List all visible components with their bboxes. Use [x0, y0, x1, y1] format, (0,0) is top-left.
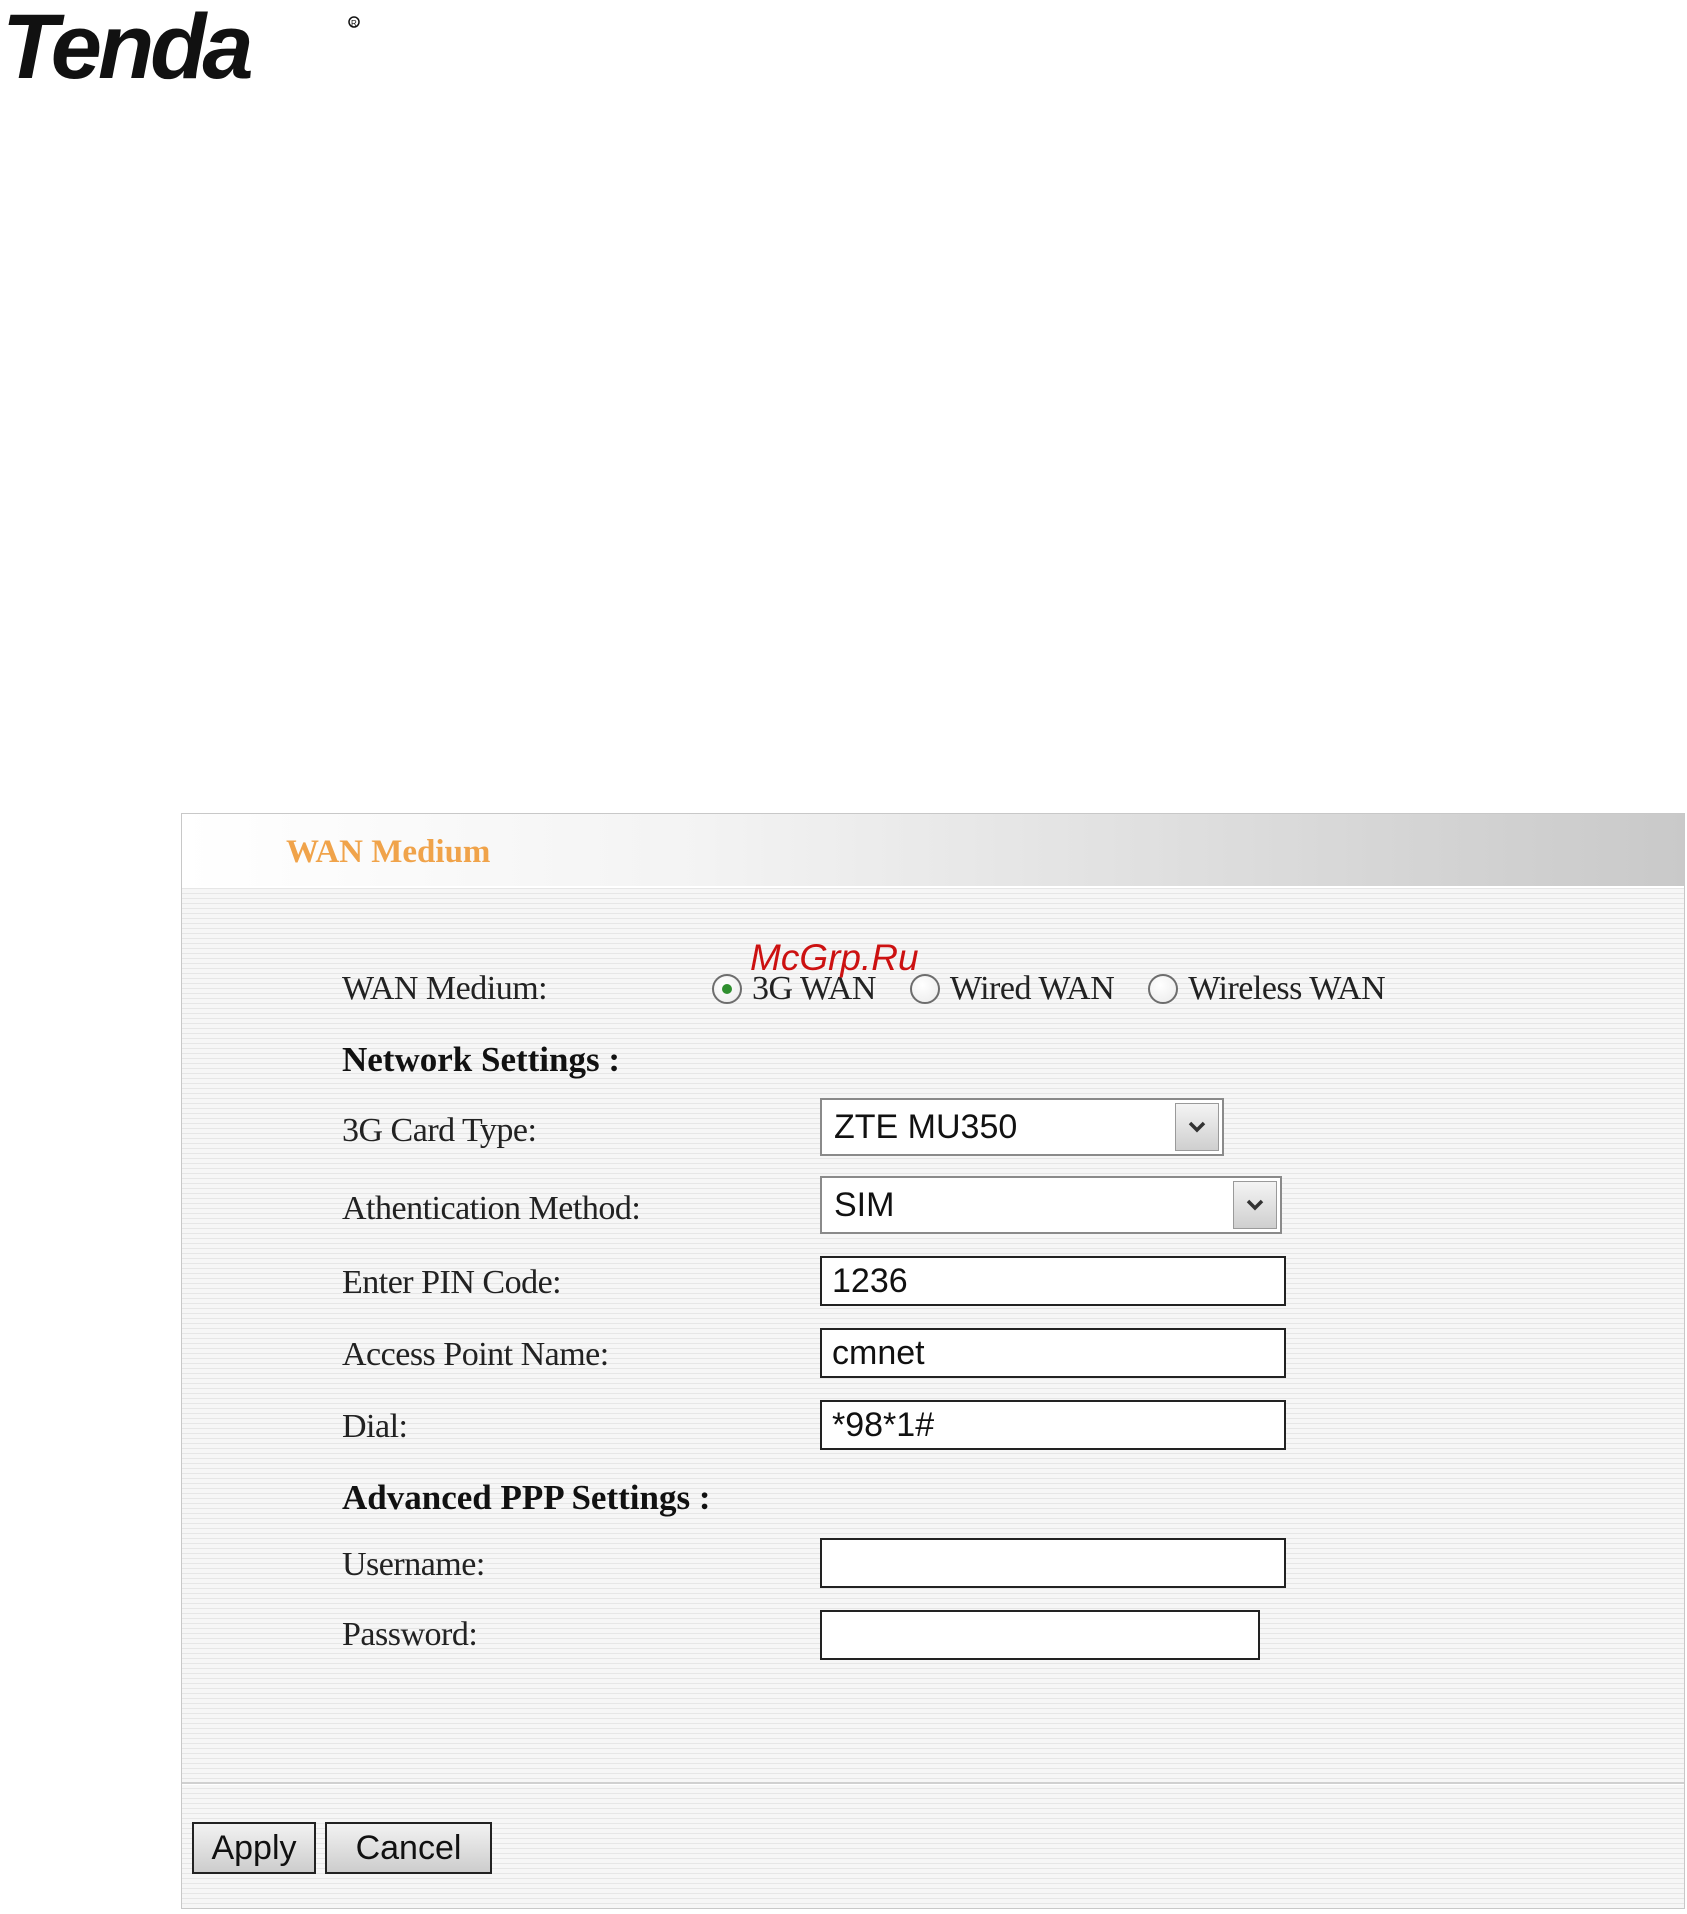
panel-title: WAN Medium — [286, 834, 491, 870]
apn-input[interactable] — [820, 1328, 1286, 1378]
auth-method-select[interactable]: SIM — [820, 1176, 1282, 1234]
cancel-button[interactable]: Cancel — [325, 1822, 492, 1874]
svg-text:Tenda: Tenda — [2, 0, 251, 95]
username-label: Username: — [342, 1546, 485, 1583]
pin-code-label: Enter PIN Code: — [342, 1264, 562, 1301]
radio-3g-wan-label: 3G WAN — [752, 970, 876, 1007]
card-type-select[interactable]: ZTE MU350 — [820, 1098, 1224, 1156]
footer-divider — [182, 1782, 1684, 1785]
password-input[interactable] — [820, 1610, 1260, 1660]
apn-label: Access Point Name: — [342, 1336, 609, 1373]
radio-unchecked-icon[interactable] — [909, 974, 940, 1004]
radio-checked-icon[interactable] — [712, 974, 742, 1004]
radio-wireless-wan-label: Wireless WAN — [1188, 970, 1386, 1007]
wan-medium-panel: WAN Medium WAN Medium: 3G WAN Wired WAN … — [181, 813, 1685, 1909]
wan-medium-radio-group: 3G WAN Wired WAN Wireless WAN — [712, 966, 1419, 1012]
network-settings-heading: Network Settings : — [342, 1040, 621, 1079]
card-type-value: ZTE MU350 — [834, 1108, 1018, 1146]
dial-label: Dial: — [342, 1408, 408, 1445]
pin-code-input[interactable] — [820, 1256, 1286, 1306]
svg-text:R: R — [351, 19, 357, 28]
panel-header: WAN Medium — [182, 814, 1684, 888]
tenda-logo: Tenda R — [2, 0, 360, 95]
chevron-down-icon[interactable] — [1175, 1103, 1219, 1151]
radio-wired-wan-label: Wired WAN — [949, 970, 1115, 1007]
radio-wireless-wan[interactable]: Wireless WAN — [1148, 970, 1386, 1008]
radio-unchecked-icon[interactable] — [1148, 974, 1179, 1004]
ppp-settings-heading: Advanced PPP Settings : — [342, 1478, 711, 1517]
auth-method-value: SIM — [834, 1186, 895, 1224]
chevron-down-icon[interactable] — [1233, 1181, 1277, 1229]
username-input[interactable] — [820, 1538, 1286, 1588]
dial-input[interactable] — [820, 1400, 1286, 1450]
radio-3g-wan[interactable]: 3G WAN — [712, 970, 876, 1008]
card-type-label: 3G Card Type: — [342, 1112, 537, 1149]
wan-medium-label: WAN Medium: — [342, 970, 548, 1007]
auth-method-label: Athentication Method: — [342, 1190, 641, 1227]
radio-wired-wan[interactable]: Wired WAN — [909, 970, 1115, 1008]
apply-button[interactable]: Apply — [192, 1822, 316, 1874]
password-label: Password: — [342, 1616, 478, 1653]
